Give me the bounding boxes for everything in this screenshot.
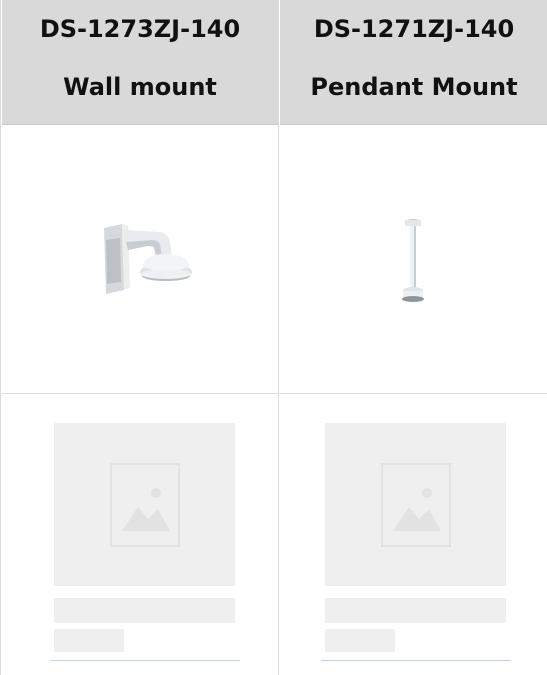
placeholder-image bbox=[54, 423, 235, 586]
image-placeholder-icon bbox=[381, 463, 451, 547]
product-header: DS-1271ZJ-140 Pendant Mount bbox=[280, 0, 547, 125]
product-mount-type: Pendant Mount bbox=[310, 73, 518, 101]
product-column: DS-1273ZJ-140 Wall mount bbox=[2, 0, 279, 675]
product-header: DS-1273ZJ-140 Wall mount bbox=[2, 0, 278, 125]
product-column: DS-1271ZJ-140 Pendant Mount bbox=[280, 0, 547, 675]
product-model: DS-1271ZJ-140 bbox=[313, 15, 515, 43]
product-image-cell bbox=[280, 125, 547, 394]
placeholder-title-bar bbox=[54, 598, 235, 623]
product-comparison-table: DS-1273ZJ-140 Wall mount DS-1271ZJ-140 P… bbox=[0, 0, 547, 675]
product-placeholder-cell bbox=[2, 394, 278, 675]
placeholder-link-underline[interactable] bbox=[50, 660, 240, 661]
product-placeholder-cell bbox=[280, 394, 547, 675]
product-mount-type: Wall mount bbox=[63, 73, 217, 101]
image-placeholder-icon bbox=[110, 463, 180, 547]
wall-mount-bracket-image[interactable] bbox=[98, 220, 194, 296]
placeholder-image bbox=[325, 423, 506, 586]
pendant-mount-pole-image[interactable] bbox=[399, 217, 427, 307]
placeholder-link-underline[interactable] bbox=[321, 660, 511, 661]
product-model: DS-1273ZJ-140 bbox=[39, 15, 241, 43]
placeholder-title-bar bbox=[325, 598, 506, 623]
placeholder-subtitle-bar bbox=[54, 629, 124, 652]
placeholder-subtitle-bar bbox=[325, 629, 395, 652]
product-image-cell bbox=[2, 125, 278, 394]
